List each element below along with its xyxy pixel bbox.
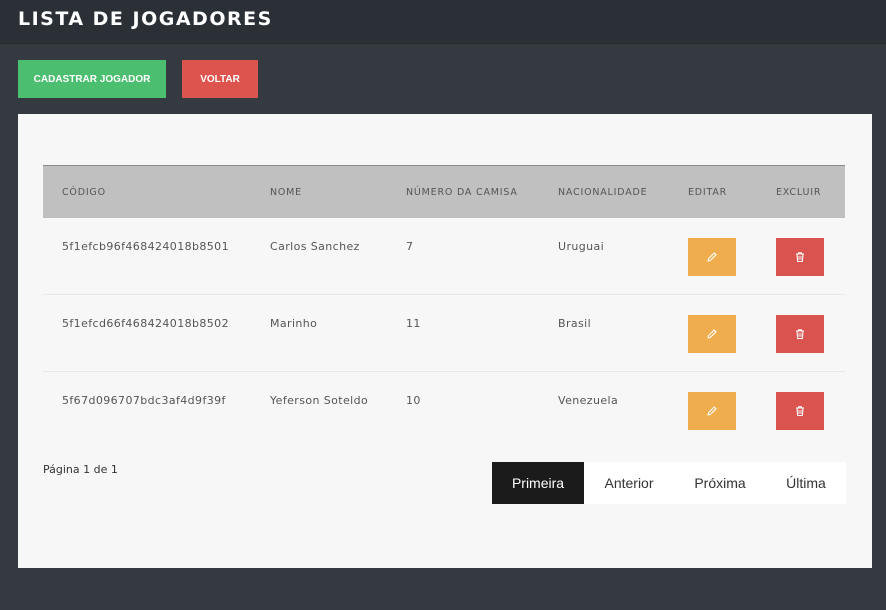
table-header: CÓDIGO NOME NÚMERO DA CAMISA NACIONALIDA… <box>43 165 845 218</box>
column-header-editar: EDITAR <box>688 187 728 198</box>
table-row: 5f1efcb96f468424018b8501 Carlos Sanchez … <box>43 218 845 295</box>
cadastrar-jogador-button[interactable]: CADASTRAR JOGADOR <box>18 60 166 98</box>
column-header-codigo: CÓDIGO <box>62 187 106 198</box>
pagination-info: Página 1 de 1 <box>43 463 118 476</box>
column-header-nome: NOME <box>270 187 302 198</box>
table-row: 5f67d096707bdc3af4d9f39f Yeferson Soteld… <box>43 372 845 449</box>
column-header-excluir: EXCLUIR <box>776 187 822 198</box>
cell-numero: 11 <box>406 317 421 330</box>
pagination-first-button[interactable]: Primeira <box>492 462 584 504</box>
trash-icon <box>796 329 804 340</box>
pencil-icon <box>707 329 717 339</box>
cell-nome: Carlos Sanchez <box>270 240 360 253</box>
pagination-next-button[interactable]: Próxima <box>674 462 766 504</box>
pencil-icon <box>707 252 717 262</box>
pagination: Primeira Anterior Próxima Última <box>492 462 846 504</box>
cell-numero: 10 <box>406 394 421 407</box>
trash-icon <box>796 252 804 263</box>
cell-codigo: 5f1efcd66f468424018b8502 <box>62 317 229 330</box>
page-title: LISTA DE JOGADORES <box>18 8 273 30</box>
edit-button[interactable] <box>688 392 736 430</box>
cell-nome: Marinho <box>270 317 318 330</box>
page: LISTA DE JOGADORES CADASTRAR JOGADOR VOL… <box>0 0 886 610</box>
pagination-last-button[interactable]: Última <box>766 462 846 504</box>
cell-nacionalidade: Venezuela <box>558 394 619 407</box>
voltar-button[interactable]: VOLTAR <box>182 60 258 98</box>
edit-button[interactable] <box>688 238 736 276</box>
players-card: CÓDIGO NOME NÚMERO DA CAMISA NACIONALIDA… <box>18 114 872 568</box>
pencil-icon <box>707 406 717 416</box>
edit-button[interactable] <box>688 315 736 353</box>
column-header-numero: NÚMERO DA CAMISA <box>406 187 518 198</box>
table-row: 5f1efcd66f468424018b8502 Marinho 11 Bras… <box>43 295 845 372</box>
delete-button[interactable] <box>776 392 824 430</box>
delete-button[interactable] <box>776 238 824 276</box>
column-header-nacionalidade: NACIONALIDADE <box>558 187 648 198</box>
cell-nacionalidade: Brasil <box>558 317 592 330</box>
cell-nacionalidade: Uruguai <box>558 240 605 253</box>
trash-icon <box>796 406 804 417</box>
header-bar: LISTA DE JOGADORES <box>0 0 886 44</box>
pagination-prev-button[interactable]: Anterior <box>584 462 674 504</box>
cell-nome: Yeferson Soteldo <box>270 394 369 407</box>
cell-numero: 7 <box>406 240 414 253</box>
cell-codigo: 5f1efcb96f468424018b8501 <box>62 240 229 253</box>
delete-button[interactable] <box>776 315 824 353</box>
cell-codigo: 5f67d096707bdc3af4d9f39f <box>62 394 226 407</box>
